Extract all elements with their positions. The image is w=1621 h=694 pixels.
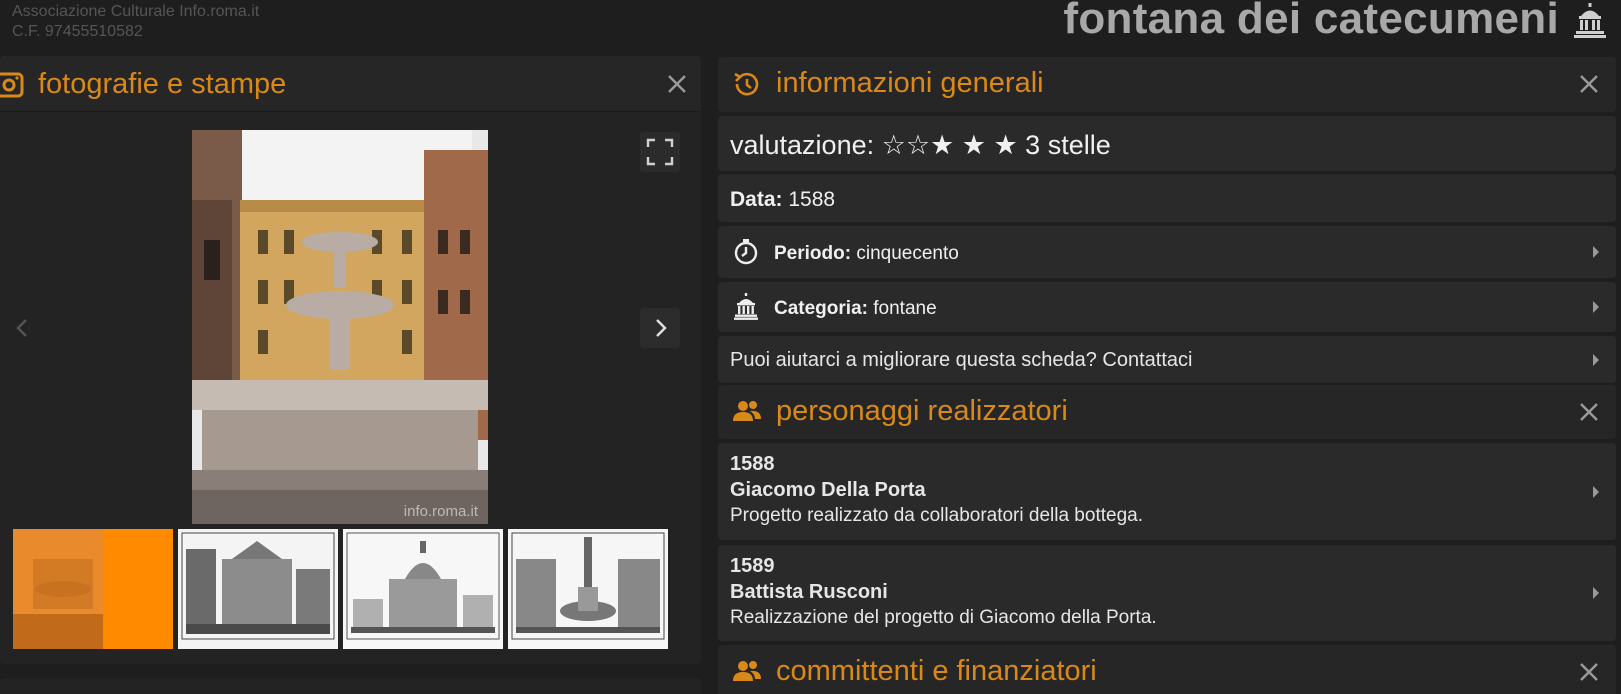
thumbnail-4[interactable]	[508, 529, 668, 649]
tax-code: C.F. 97455510582	[12, 23, 143, 40]
org-info: Associazione Culturale Info.roma.it C.F.…	[12, 2, 259, 42]
thumbnail-3[interactable]	[343, 529, 503, 649]
date-value: 1588	[788, 188, 836, 211]
thumbnail-3-image	[343, 529, 503, 649]
close-icon[interactable]	[1576, 399, 1602, 425]
main-photo[interactable]: info.roma.it	[192, 130, 488, 524]
page-title: fontana dei catecumeni	[1063, 0, 1559, 43]
person-year: 1589	[730, 555, 775, 577]
fullscreen-button[interactable]	[640, 132, 680, 172]
thumbnail-4-image	[508, 529, 668, 649]
person-description: Realizzazione del progetto di Giacomo de…	[730, 607, 1157, 628]
person-entry: 1589 Battista Rusconi Realizzazione del …	[730, 553, 1157, 631]
help-row[interactable]: Puoi aiutarci a migliorare questa scheda…	[718, 336, 1616, 383]
chevron-left-icon	[16, 319, 27, 337]
chevron-right-icon	[1593, 301, 1599, 313]
info-panel-title: informazioni generali	[776, 67, 1044, 99]
makers-section-title: personaggi realizzatori	[776, 395, 1068, 427]
chevron-right-icon	[1593, 587, 1599, 599]
period: Periodo: cinquecento	[774, 243, 959, 265]
next-photo-button[interactable]	[640, 308, 680, 348]
close-icon[interactable]	[663, 70, 691, 98]
monument-icon	[734, 293, 758, 320]
fountain-photo-image	[192, 130, 488, 524]
date-label: Data:	[730, 188, 783, 211]
org-name: Associazione Culturale Info.roma.it	[12, 3, 260, 20]
rating-stars: ☆☆★ ★ ★	[881, 130, 1018, 160]
person-entry: 1588 Giacomo Della Porta Progetto realiz…	[730, 451, 1143, 529]
left-next-panel	[0, 678, 701, 694]
person-description: Progetto realizzato da collaboratori del…	[730, 505, 1143, 526]
chevron-right-icon	[1593, 485, 1599, 498]
category: Categoria: fontane	[774, 298, 937, 320]
thumbnail-2[interactable]	[178, 529, 338, 649]
help-text[interactable]: Puoi aiutarci a migliorare questa scheda…	[730, 349, 1192, 372]
photos-panel-title: fotografie e stampe	[38, 68, 287, 100]
close-icon[interactable]	[1576, 71, 1602, 97]
people-icon	[733, 661, 761, 681]
date-row: Data: 1588	[718, 174, 1616, 222]
category-value: fontane	[873, 298, 937, 319]
chevron-right-icon	[1593, 353, 1599, 366]
sponsors-section-header: committenti e finanziatori	[718, 645, 1616, 694]
category-label: Categoria:	[774, 298, 868, 319]
rating-text: 3 stelle	[1025, 130, 1111, 160]
chevron-right-icon	[1593, 246, 1599, 258]
thumbnail-1-image	[13, 529, 173, 649]
rating-label: valutazione:	[730, 130, 875, 160]
period-row[interactable]: Periodo: cinquecento	[718, 226, 1616, 278]
expand-icon	[646, 138, 674, 166]
photo-watermark: info.roma.it	[403, 503, 478, 520]
camera-icon	[0, 72, 24, 98]
person-name: Battista Rusconi	[730, 581, 888, 603]
monument-icon	[1574, 3, 1606, 38]
history-icon	[734, 72, 759, 96]
rating-row: valutazione: ☆☆★ ★ ★ 3 stelle	[718, 116, 1616, 171]
date: Data: 1588	[730, 188, 835, 212]
stopwatch-icon	[734, 239, 758, 265]
person-year: 1588	[730, 453, 775, 475]
period-label: Periodo:	[774, 243, 852, 264]
thumbnail-1[interactable]	[13, 529, 173, 649]
rating: valutazione: ☆☆★ ★ ★ 3 stelle	[730, 130, 1111, 161]
photos-panel-header: fotografie e stampe	[0, 56, 701, 112]
close-icon[interactable]	[1576, 659, 1602, 685]
people-icon	[733, 401, 761, 421]
list-item[interactable]: 1589 Battista Rusconi Realizzazione del …	[718, 545, 1616, 641]
chevron-right-icon	[656, 319, 667, 337]
previous-photo-button[interactable]	[4, 308, 36, 348]
thumbnail-2-image	[178, 529, 338, 649]
makers-section-header: personaggi realizzatori	[718, 385, 1616, 439]
sponsors-section-title: committenti e finanziatori	[776, 655, 1097, 687]
period-value: cinquecento	[856, 243, 959, 264]
category-row[interactable]: Categoria: fontane	[718, 282, 1616, 332]
info-panel-header: informazioni generali	[718, 57, 1616, 112]
list-item[interactable]: 1588 Giacomo Della Porta Progetto realiz…	[718, 443, 1616, 540]
person-name: Giacomo Della Porta	[730, 479, 926, 501]
